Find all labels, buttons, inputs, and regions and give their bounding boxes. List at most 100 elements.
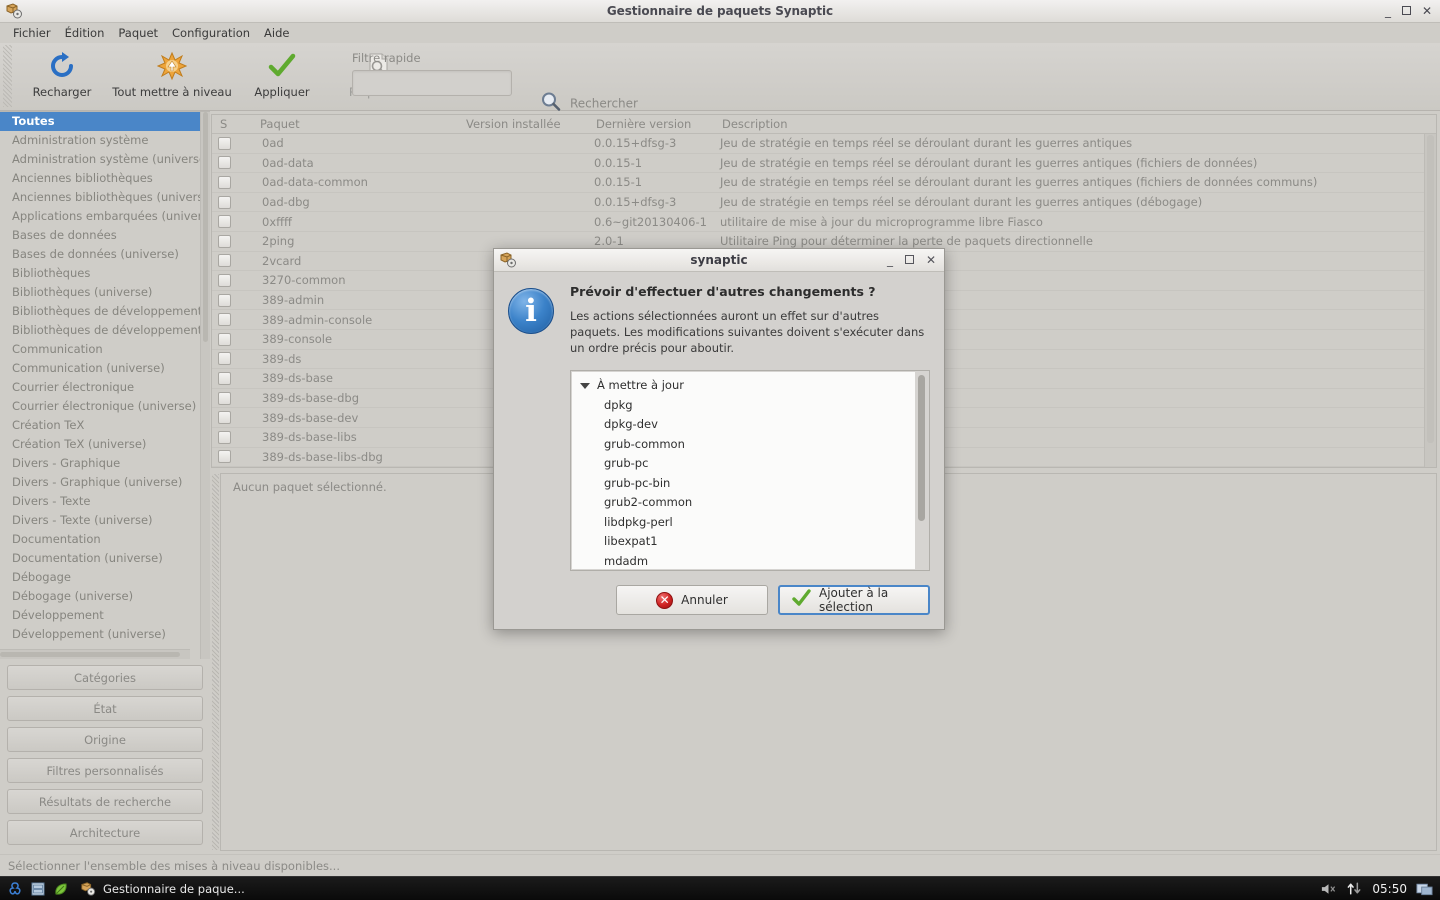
tree-item[interactable]: mdadm bbox=[572, 552, 915, 570]
table-row[interactable]: 0ad-data-common 0.0.15-1 Jeu de stratégie … bbox=[212, 173, 1424, 193]
category-list[interactable]: Toutes Administration système Administrati… bbox=[0, 112, 200, 649]
package-checkbox[interactable] bbox=[218, 411, 231, 425]
sidebar-category-item[interactable]: Débogage bbox=[0, 568, 200, 587]
sidebar-category-item[interactable]: Communication bbox=[0, 340, 200, 359]
sidebar-category-item[interactable]: Courrier électronique bbox=[0, 378, 200, 397]
package-checkbox[interactable] bbox=[218, 391, 231, 405]
sidebar-button-filtres-personnalis-s[interactable]: Filtres personnalisés bbox=[7, 758, 203, 783]
package-checkbox[interactable] bbox=[218, 450, 231, 464]
category-hscrollbar[interactable] bbox=[0, 649, 190, 659]
table-row[interactable]: 0ad-dbg 0.0.15+dfsg-3 Jeu de stratégie en … bbox=[212, 193, 1424, 213]
tree-item[interactable]: grub2-common bbox=[572, 493, 915, 513]
package-checkbox[interactable] bbox=[218, 215, 231, 229]
package-checkbox[interactable] bbox=[218, 175, 231, 189]
sidebar-category-item[interactable]: Anciennes bibliothèques (universe) bbox=[0, 188, 200, 207]
package-checkbox[interactable] bbox=[218, 234, 231, 248]
sidebar-category-item[interactable]: Divers - Texte (universe) bbox=[0, 511, 200, 530]
package-checkbox[interactable] bbox=[218, 254, 231, 268]
close-button[interactable]: ✕ bbox=[1422, 5, 1432, 17]
package-vscrollbar[interactable] bbox=[1424, 134, 1436, 468]
sidebar-button-cat-gories[interactable]: Catégories bbox=[7, 665, 203, 690]
sidebar-category-item[interactable]: Développement bbox=[0, 606, 200, 625]
menu-edition[interactable]: Édition bbox=[58, 24, 112, 42]
category-vscrollbar[interactable] bbox=[200, 112, 210, 659]
taskbar-task-synaptic[interactable]: Gestionnaire de paque... bbox=[79, 880, 245, 897]
tree-item[interactable]: grub-pc-bin bbox=[572, 474, 915, 494]
sidebar-category-item[interactable]: Bibliothèques de développement bbox=[0, 302, 200, 321]
sidebar-category-item[interactable]: Administration système (universe) bbox=[0, 150, 200, 169]
package-checkbox[interactable] bbox=[218, 293, 231, 307]
toolbar-reload-button[interactable]: Recharger bbox=[14, 43, 110, 99]
sidebar-category-item[interactable]: Développement (universe) bbox=[0, 625, 200, 644]
table-row[interactable]: 0ad 0.0.15+dfsg-3 Jeu de stratégie en temp… bbox=[212, 134, 1424, 154]
package-checkbox[interactable] bbox=[218, 136, 231, 150]
package-checkbox[interactable] bbox=[218, 313, 231, 327]
sidebar-category-item[interactable]: Documentation bbox=[0, 530, 200, 549]
sidebar-category-item[interactable]: Toutes bbox=[0, 112, 200, 131]
workspace-switcher-icon[interactable] bbox=[1416, 880, 1433, 897]
sidebar-category-item[interactable]: Bibliothèques bbox=[0, 264, 200, 283]
toolbar-drag-handle[interactable] bbox=[3, 45, 12, 107]
category-hscroll-thumb[interactable] bbox=[0, 652, 180, 657]
sidebar-category-item[interactable]: Courrier électronique (universe) bbox=[0, 397, 200, 416]
sidebar-category-item[interactable]: Création TeX bbox=[0, 416, 200, 435]
sidebar-button-architecture[interactable]: Architecture bbox=[7, 820, 203, 845]
taskbar-clock[interactable]: 05:50 bbox=[1372, 882, 1407, 896]
cancel-button[interactable]: ✕ Annuler bbox=[616, 585, 768, 615]
col-header-package[interactable]: Paquet bbox=[252, 117, 458, 131]
file-archive-icon[interactable] bbox=[29, 880, 46, 897]
package-checkbox[interactable] bbox=[218, 332, 231, 346]
minimize-button[interactable]: _ bbox=[1385, 5, 1391, 17]
sidebar-button-origine[interactable]: Origine bbox=[7, 727, 203, 752]
network-updown-icon[interactable] bbox=[1346, 880, 1363, 897]
maximize-button[interactable] bbox=[1401, 5, 1411, 17]
package-checkbox[interactable] bbox=[218, 195, 231, 209]
sidebar-category-item[interactable]: Bases de données (universe) bbox=[0, 245, 200, 264]
col-header-description[interactable]: Description bbox=[714, 117, 1436, 131]
confirm-add-to-selection-button[interactable]: Ajouter à la sélection bbox=[778, 585, 930, 615]
tree-item[interactable]: grub-common bbox=[572, 435, 915, 455]
package-checkbox[interactable] bbox=[218, 156, 231, 170]
dialog-minimize-button[interactable]: _ bbox=[887, 253, 893, 267]
sidebar-button-r-sultats-de-recherche[interactable]: Résultats de recherche bbox=[7, 789, 203, 814]
quick-filter-input[interactable] bbox=[352, 70, 512, 96]
table-row[interactable]: 0ad-data 0.0.15-1 Jeu de stratégie en temp… bbox=[212, 154, 1424, 174]
sidebar-category-item[interactable]: Communication (universe) bbox=[0, 359, 200, 378]
tree-group-to-upgrade[interactable]: À mettre à jour bbox=[572, 376, 915, 396]
sidebar-category-item[interactable]: Bases de données bbox=[0, 226, 200, 245]
menu-aide[interactable]: Aide bbox=[257, 24, 296, 42]
col-header-installed-version[interactable]: Version installée bbox=[458, 117, 588, 131]
sidebar-button--tat[interactable]: État bbox=[7, 696, 203, 721]
sidebar-category-item[interactable]: Débogage (universe) bbox=[0, 587, 200, 606]
volume-muted-icon[interactable] bbox=[1320, 880, 1337, 897]
dialog-maximize-button[interactable] bbox=[904, 253, 914, 267]
sidebar-category-item[interactable]: Création TeX (universe) bbox=[0, 435, 200, 454]
package-checkbox[interactable] bbox=[218, 352, 231, 366]
package-checkbox[interactable] bbox=[218, 273, 231, 287]
sidebar-category-item[interactable]: Divers - Texte bbox=[0, 492, 200, 511]
tree-vscrollbar[interactable] bbox=[915, 372, 928, 569]
tree-item[interactable]: dpkg-dev bbox=[572, 415, 915, 435]
category-vscroll-thumb[interactable] bbox=[203, 112, 208, 342]
sidebar-category-item[interactable]: Divers - Graphique bbox=[0, 454, 200, 473]
package-vscroll-thumb[interactable] bbox=[1427, 135, 1434, 443]
tree-vscroll-thumb[interactable] bbox=[918, 375, 925, 521]
sidebar-category-item[interactable]: Anciennes bibliothèques bbox=[0, 169, 200, 188]
tree-item[interactable]: libexpat1 bbox=[572, 532, 915, 552]
leaf-icon[interactable] bbox=[52, 880, 69, 897]
sidebar-category-item[interactable]: Divers - Graphique (universe) bbox=[0, 473, 200, 492]
details-resize-handle[interactable] bbox=[212, 474, 219, 850]
col-header-status[interactable]: S bbox=[212, 117, 252, 131]
col-header-latest-version[interactable]: Dernière version bbox=[588, 117, 714, 131]
tree-item[interactable]: libdpkg-perl bbox=[572, 513, 915, 533]
sidebar-category-item[interactable]: Bibliothèques de développement (un bbox=[0, 321, 200, 340]
sidebar-category-item[interactable]: Documentation (universe) bbox=[0, 549, 200, 568]
package-checkbox[interactable] bbox=[218, 371, 231, 385]
menu-paquet[interactable]: Paquet bbox=[111, 24, 165, 42]
changes-tree[interactable]: À mettre à jour dpkg dpkg-dev grub-common gr… bbox=[572, 372, 915, 569]
menu-fichier[interactable]: Fichier bbox=[6, 24, 58, 42]
toolbar-upgrade-all-button[interactable]: Tout mettre à niveau bbox=[110, 43, 234, 99]
tree-item[interactable]: dpkg bbox=[572, 396, 915, 416]
toolbar-search-button[interactable]: Rechercher bbox=[540, 91, 638, 116]
sidebar-category-item[interactable]: Administration système bbox=[0, 131, 200, 150]
